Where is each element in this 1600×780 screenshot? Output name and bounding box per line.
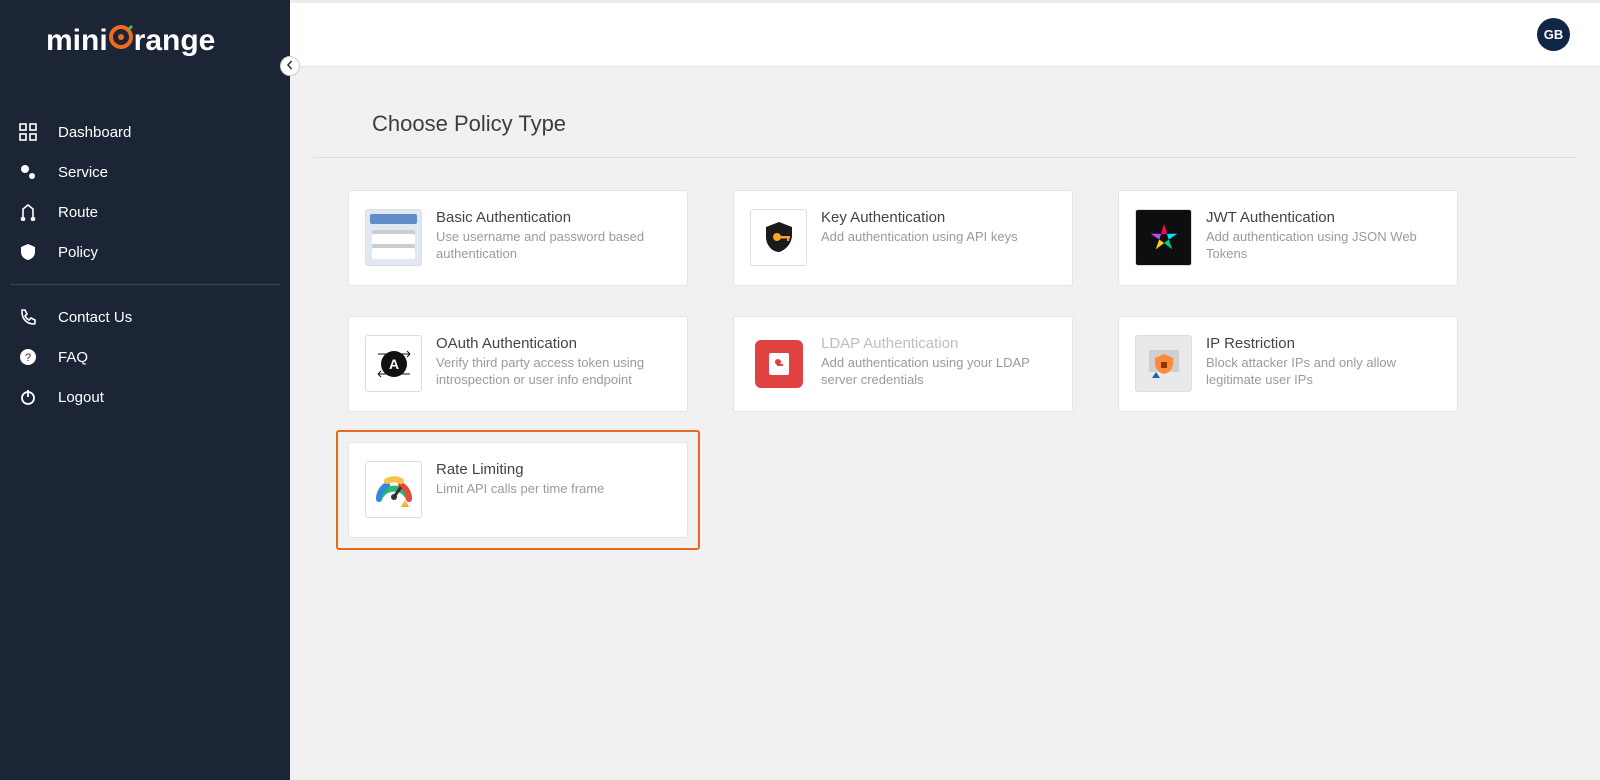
policy-card-title: IP Restriction [1206,335,1441,352]
policy-card-wrap: Key Authentication Add authentication us… [733,190,1073,286]
jwt-auth-icon [1135,209,1192,266]
nav-item-label: FAQ [58,349,88,366]
svg-text:?: ? [25,352,31,364]
basic-auth-icon [365,209,422,266]
phone-icon [18,307,38,327]
page-title: Choose Policy Type [372,111,1542,157]
policy-card-desc: Verify third party access token using in… [436,355,671,389]
key-auth-icon [750,209,807,266]
nav-policy[interactable]: Policy [0,232,290,272]
policy-card-oauth[interactable]: A OAuth Authentication Verify third part… [348,316,688,412]
power-icon [18,387,38,407]
ldap-icon-wrap [750,335,807,392]
gears-icon [18,162,38,182]
policy-card-grid: Basic Authentication Use username and pa… [348,190,1542,538]
policy-card-rate-limiting[interactable]: ! Rate Limiting Limit API calls per time… [348,442,688,538]
policy-card-desc: Add authentication using API keys [821,229,1018,246]
nav-logout[interactable]: Logout [0,377,290,417]
nav-item-label: Route [58,204,98,221]
topbar: GB [290,0,1600,67]
nav-item-label: Dashboard [58,124,131,141]
policy-card-wrap: LDAP Authentication Add authentication u… [733,316,1073,412]
policy-card-title: Basic Authentication [436,209,671,226]
policy-card-desc: Use username and password based authenti… [436,229,671,263]
user-initials: GB [1544,27,1564,42]
sidebar-collapse-button[interactable] [280,56,300,76]
ip-restriction-icon [1135,335,1192,392]
sidebar: mini range Dashboard Service Route [0,0,290,780]
policy-card-wrap: Basic Authentication Use username and pa… [348,190,688,286]
policy-card-ip-restriction[interactable]: IP Restriction Block attacker IPs and on… [1118,316,1458,412]
rate-limiting-icon: ! [365,461,422,518]
nav-item-label: Policy [58,244,98,261]
nav-item-label: Contact Us [58,309,132,326]
nav-contact-us[interactable]: Contact Us [0,297,290,337]
policy-card-desc: Limit API calls per time frame [436,481,604,498]
brand-orange-o-icon [108,24,134,58]
nav-service[interactable]: Service [0,152,290,192]
brand-logo: mini range [0,0,290,82]
policy-card-title: Rate Limiting [436,461,604,478]
question-circle-icon: ? [18,347,38,367]
shield-icon [18,242,38,262]
title-divider [314,157,1576,158]
svg-text:A: A [388,356,398,372]
policy-card-title: JWT Authentication [1206,209,1441,226]
oauth-icon: A [365,335,422,392]
content: Choose Policy Type Basic Authentication … [290,67,1600,582]
policy-card-basic-auth[interactable]: Basic Authentication Use username and pa… [348,190,688,286]
policy-card-title: OAuth Authentication [436,335,671,352]
nav-divider [10,284,280,285]
policy-card-desc: Block attacker IPs and only allow legiti… [1206,355,1441,389]
policy-card-wrap-highlighted: ! Rate Limiting Limit API calls per time… [336,430,700,550]
chevron-left-icon [285,59,295,73]
nav-route[interactable]: Route [0,192,290,232]
ldap-icon [755,340,803,388]
primary-nav: Dashboard Service Route Policy Contac [0,82,290,417]
policy-card-wrap: A OAuth Authentication Verify third part… [348,316,688,412]
policy-card-desc: Add authentication using your LDAP serve… [821,355,1056,389]
dashboard-icon [18,122,38,142]
policy-card-wrap: IP Restriction Block attacker IPs and on… [1118,316,1458,412]
policy-card-ldap[interactable]: LDAP Authentication Add authentication u… [733,316,1073,412]
policy-card-jwt-auth[interactable]: JWT Authentication Add authentication us… [1118,190,1458,286]
policy-card-wrap: JWT Authentication Add authentication us… [1118,190,1458,286]
nav-item-label: Service [58,164,108,181]
nav-dashboard[interactable]: Dashboard [0,112,290,152]
policy-card-desc: Add authentication using JSON Web Tokens [1206,229,1441,263]
nav-faq[interactable]: ? FAQ [0,337,290,377]
policy-card-title: Key Authentication [821,209,1018,226]
route-icon [18,202,38,222]
user-avatar[interactable]: GB [1537,18,1570,51]
brand-text-pre: mini [46,24,108,58]
main-area: GB Choose Policy Type Basic Authenticati… [290,0,1600,780]
policy-card-key-auth[interactable]: Key Authentication Add authentication us… [733,190,1073,286]
brand-text-post: range [134,24,216,58]
policy-card-title: LDAP Authentication [821,335,1056,352]
nav-item-label: Logout [58,389,104,406]
